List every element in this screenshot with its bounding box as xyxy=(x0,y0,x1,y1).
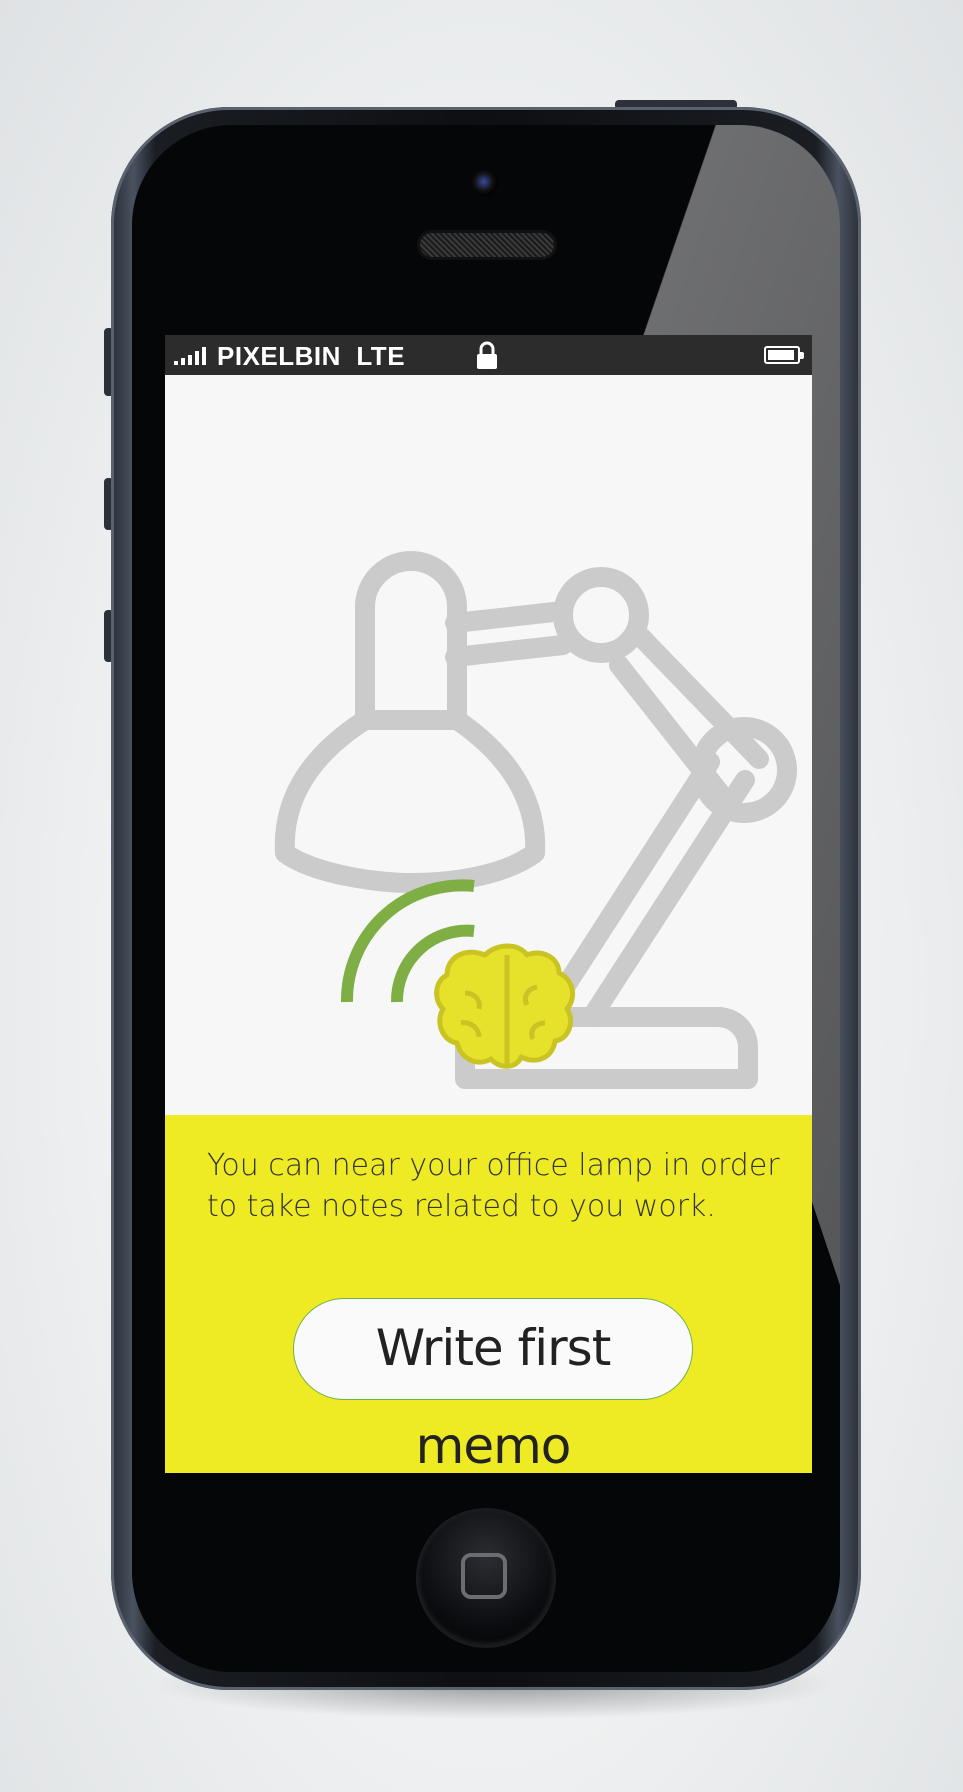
front-camera xyxy=(472,170,498,196)
intro-panel: You can near your office lamp in order t… xyxy=(165,1115,812,1473)
lock-icon xyxy=(477,341,497,369)
lamp-illustration xyxy=(274,551,797,1089)
signal-bars-icon xyxy=(174,347,206,365)
status-bar: PIXELBIN LTE xyxy=(165,335,812,375)
home-square-icon xyxy=(461,1553,507,1599)
intro-description: You can near your office lamp in order t… xyxy=(207,1148,780,1224)
write-first-memo-button[interactable]: Write first memo xyxy=(293,1298,693,1473)
carrier-label: PIXELBIN LTE xyxy=(217,341,406,371)
battery-icon xyxy=(764,346,804,364)
brain-icon xyxy=(434,943,576,1069)
app-screen: PIXELBIN LTE You can near your office la… xyxy=(165,335,812,1473)
home-button[interactable] xyxy=(418,1510,554,1646)
earpiece-speaker xyxy=(420,233,554,257)
